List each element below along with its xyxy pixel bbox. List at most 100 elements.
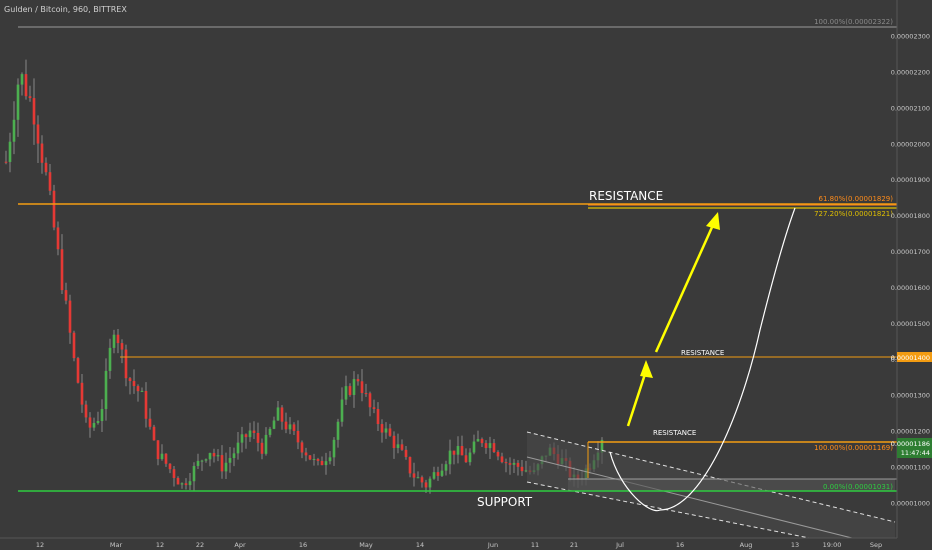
candle-up — [140, 390, 144, 392]
candle-down — [304, 452, 308, 456]
candle-down — [164, 453, 168, 464]
candle-up — [12, 119, 16, 142]
candle-down — [44, 162, 48, 173]
candle-down — [244, 434, 248, 438]
fib-727-label: 727.20%(0.00001821) — [814, 210, 893, 218]
candle-down — [32, 98, 36, 125]
candle-down — [360, 381, 364, 394]
candle-up — [204, 459, 208, 461]
candle-up — [340, 399, 344, 422]
candle-down — [116, 334, 120, 344]
time-tick-label: 13 — [791, 541, 799, 549]
resistance-low-label: RESISTANCE — [653, 429, 696, 437]
fib-100-low-label: 100.00%(0.00001169) — [814, 444, 893, 452]
candle-down — [144, 390, 148, 419]
candle-down — [452, 450, 456, 455]
fib-61-label: 61.80%(0.00001829) — [819, 195, 894, 203]
candle-down — [120, 343, 124, 350]
candle-down — [176, 477, 180, 485]
price-tick-label: 0.00001700 — [891, 248, 930, 256]
candle-up — [444, 464, 448, 471]
candle-up — [328, 457, 332, 462]
candle-down — [36, 124, 40, 144]
candle-up — [196, 460, 200, 466]
candle-up — [272, 420, 276, 429]
time-tick-label: 16 — [676, 541, 684, 549]
candle-up — [8, 141, 12, 162]
time-tick-label: Apr — [234, 541, 246, 549]
candle-up — [264, 434, 268, 454]
candle-up — [240, 434, 244, 443]
time-tick-label: Sep — [870, 541, 882, 549]
chart[interactable]: Gulden / Bitcoin, 960, BITTREX 100.00%(0… — [0, 0, 932, 550]
candle-down — [380, 424, 384, 433]
candle-down — [348, 386, 352, 395]
candle-down — [316, 458, 320, 461]
price-tick-label: 0.00002300 — [891, 33, 930, 41]
candle-down — [420, 477, 424, 483]
candle-up — [416, 477, 420, 479]
candle-up — [396, 444, 400, 448]
candle-down — [408, 457, 412, 474]
candle-up — [276, 407, 280, 421]
candle-up — [200, 460, 204, 462]
candle-down — [136, 386, 140, 392]
candle-up — [248, 430, 252, 438]
candle-up — [180, 483, 184, 485]
candle-up — [104, 370, 108, 410]
candle-up — [232, 453, 236, 459]
candle-down — [296, 430, 300, 443]
candle-down — [496, 451, 500, 457]
candle-up — [216, 455, 220, 457]
candle-down — [484, 443, 488, 448]
time-tick-label: 16 — [299, 541, 307, 549]
candle-down — [84, 404, 88, 418]
candle-down — [52, 190, 56, 228]
candle-up — [96, 421, 100, 423]
candle-down — [300, 442, 304, 453]
candle-down — [404, 449, 408, 458]
candle-down — [88, 417, 92, 428]
candle-up — [440, 470, 444, 476]
fib-0-label: 0.00%(0.00001031) — [823, 483, 893, 491]
candle-up — [100, 409, 104, 422]
candle-down — [220, 455, 224, 472]
candle-down — [40, 143, 44, 163]
price-tick-label: 0.00001500 — [891, 320, 930, 328]
candle-down — [24, 74, 28, 97]
candle-down — [252, 430, 256, 433]
candle-down — [376, 408, 380, 425]
svg-text:11:47:44: 11:47:44 — [901, 449, 930, 457]
candle-up — [428, 478, 432, 488]
level-1400-tag: 0.00001400 — [891, 352, 932, 362]
candle-up — [208, 453, 212, 460]
time-tick-label: 22 — [196, 541, 204, 549]
time-tick-label: Jun — [487, 541, 498, 549]
candle-down — [464, 455, 468, 463]
candle-up — [268, 428, 272, 435]
time-tick-label: 19:00 — [823, 541, 842, 549]
candle-down — [124, 349, 128, 379]
candle-down — [68, 300, 72, 333]
candle-down — [492, 443, 496, 452]
candle-up — [312, 458, 316, 460]
candle-down — [4, 161, 8, 163]
price-tick-label: 0.00001900 — [891, 176, 930, 184]
price-tick-label: 0.00001000 — [891, 500, 930, 508]
candle-up — [468, 452, 472, 463]
candle-up — [288, 424, 292, 430]
candle-down — [516, 462, 520, 467]
candle-down — [156, 440, 160, 460]
candle-down — [132, 381, 136, 387]
candle-up — [344, 386, 348, 400]
candle-down — [356, 379, 360, 382]
candle-down — [320, 460, 324, 466]
candle-down — [520, 466, 524, 472]
candle-up — [488, 443, 492, 448]
candle-down — [412, 473, 416, 478]
candle-down — [56, 227, 60, 250]
candle-down — [60, 249, 64, 291]
candle-up — [236, 442, 240, 454]
candle-up — [456, 446, 460, 455]
candle-up — [228, 458, 232, 463]
